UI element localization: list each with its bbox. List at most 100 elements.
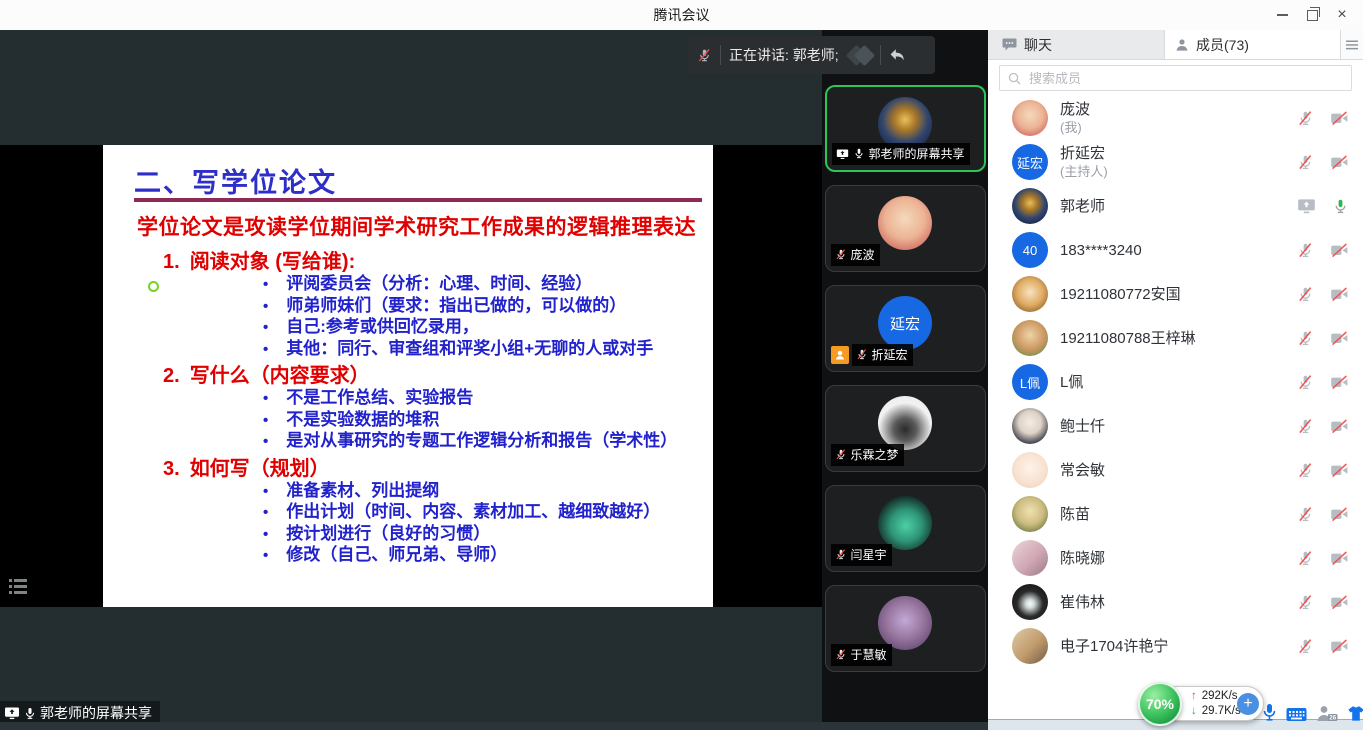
minimize-button[interactable]: [1267, 0, 1297, 30]
video-tile[interactable]: 闫星宇: [825, 485, 986, 572]
member-row[interactable]: L佩 L佩: [988, 360, 1363, 404]
screen-share-icon: [1297, 198, 1316, 214]
member-row[interactable]: 40 183****3240: [988, 228, 1363, 272]
widget-plus-button[interactable]: +: [1237, 693, 1259, 715]
member-row[interactable]: 陈晓娜: [988, 536, 1363, 580]
meeting-stage: 二、写学位论文 学位论文是攻读学位期间学术研究工作成果的逻辑推理表达 1. 阅读…: [0, 30, 822, 722]
member-info: 183****3240: [1060, 241, 1142, 260]
tab-chat[interactable]: 聊天: [988, 30, 1165, 59]
restore-button[interactable]: [1297, 0, 1327, 30]
camera-muted-icon: [1330, 287, 1349, 302]
slide-line-text: 自己:参考或供回忆录用，: [286, 317, 479, 338]
video-tile[interactable]: 延宏 折延宏: [825, 285, 986, 372]
slide-line: • 按计划进行（良好的习惯）: [163, 524, 711, 546]
member-row[interactable]: 19211080772安国: [988, 272, 1363, 316]
member-info: 电子1704许艳宁: [1060, 637, 1168, 656]
member-role: (主持人): [1060, 163, 1108, 180]
member-name: 电子1704许艳宁: [1060, 637, 1168, 656]
slide-line: • 作出计划（时间、内容、素材加工、越细致越好）: [163, 502, 711, 524]
member-name: 折延宏: [1060, 144, 1108, 163]
laser-pointer-dot: [148, 281, 159, 292]
member-name: L佩: [1060, 373, 1083, 392]
down-arrow-icon: ↓: [1191, 704, 1197, 719]
chat-bubble-icon: [1002, 38, 1017, 51]
participant-avatar: [878, 396, 932, 450]
tab-members[interactable]: 成员(73): [1165, 30, 1341, 59]
minimize-icon: [1277, 14, 1288, 16]
slide-line-text: 其他：同行、审查组和评奖小组+无聊的人或对手: [286, 339, 653, 360]
member-row[interactable]: 常会敏: [988, 448, 1363, 492]
member-name: 郭老师: [1060, 197, 1105, 216]
bullet-dot-icon: •: [263, 318, 268, 339]
tray-microphone-icon[interactable]: [1262, 703, 1277, 722]
slide-line-number: 2.: [163, 365, 180, 388]
mic-muted-icon: [1297, 506, 1314, 523]
member-row[interactable]: 庞波 (我): [988, 96, 1363, 140]
upload-rate-value: 292K/s: [1202, 689, 1238, 704]
member-row[interactable]: 郭老师: [988, 184, 1363, 228]
mic-muted-icon: [835, 648, 847, 661]
slide-line-text: 是对从事研究的专题工作逻辑分析和报告（学术性）: [286, 431, 677, 452]
member-row[interactable]: 陈苗: [988, 492, 1363, 536]
tab-members-label: 成员(73): [1196, 35, 1249, 55]
participant-name: 折延宏: [872, 346, 908, 363]
camera-muted-icon: [1330, 331, 1349, 346]
member-avatar: [1012, 188, 1048, 224]
plus-icon: +: [1243, 695, 1252, 713]
mic-muted-icon: [1297, 154, 1314, 171]
member-row[interactable]: 鲍士仟: [988, 404, 1363, 448]
search-input[interactable]: [1027, 70, 1343, 87]
member-row[interactable]: 19211080788王梓琳: [988, 316, 1363, 360]
member-info: 常会敏: [1060, 461, 1105, 480]
member-status-icons: [1297, 550, 1349, 567]
member-name: 鲍士仟: [1060, 417, 1105, 436]
video-tile[interactable]: 郭老师的屏幕共享: [825, 85, 986, 172]
camera-muted-icon: [1330, 155, 1349, 170]
slide-line-text: 准备素材、列出提纲: [286, 481, 439, 502]
tile-name-label: 于慧敏: [831, 644, 892, 666]
member-info: 陈苗: [1060, 505, 1090, 524]
slide-line-text: 师弟师妹们（要求：指出已做的，可以做的）: [286, 296, 626, 317]
slide-line-text: 评阅委员会（分析：心理、时间、经验）: [286, 274, 592, 295]
video-tile[interactable]: 庞波: [825, 185, 986, 272]
tray-person-count-icon[interactable]: 26: [1316, 705, 1338, 722]
member-row[interactable]: 电子1704许艳宁: [988, 624, 1363, 668]
member-avatar: [1012, 628, 1048, 664]
mic-muted-icon: [1297, 330, 1314, 347]
close-button[interactable]: ×: [1327, 0, 1357, 30]
member-avatar: [1012, 408, 1048, 444]
video-tile[interactable]: 于慧敏: [825, 585, 986, 672]
participant-avatar: [878, 196, 932, 250]
video-tile[interactable]: 乐霖之梦: [825, 385, 986, 472]
member-row[interactable]: 延宏 折延宏 (主持人): [988, 140, 1363, 184]
tray-keyboard-icon[interactable]: [1286, 707, 1307, 722]
member-status-icons: [1297, 594, 1349, 611]
member-name: 常会敏: [1060, 461, 1105, 480]
memory-percent-value: 70%: [1146, 696, 1174, 712]
speaking-indicator-bar: 正在讲话: 郭老师;: [688, 36, 935, 74]
window-controls: ×: [1267, 0, 1357, 30]
slide-line: • 不是工作总结、实验报告: [163, 388, 711, 410]
slide-line-text: 写什么（内容要求）: [190, 365, 370, 388]
member-row[interactable]: 崔伟林: [988, 580, 1363, 624]
member-avatar: 延宏: [1012, 144, 1048, 180]
slide-line-number: 3.: [163, 458, 180, 481]
mic-muted-icon: [697, 48, 712, 63]
download-rate-value: 29.7K/s: [1202, 704, 1241, 719]
list-icon: [8, 576, 28, 596]
slide-line: 2. 写什么（内容要求）: [163, 365, 711, 388]
tray-tshirt-icon[interactable]: [1347, 705, 1363, 722]
camera-muted-icon: [1330, 375, 1349, 390]
system-tray: 26: [1262, 703, 1363, 722]
participant-avatar: [878, 496, 932, 550]
reply-arrow-button[interactable]: [889, 48, 905, 62]
tile-name-label: 闫星宇: [831, 544, 892, 566]
bullet-dot-icon: •: [263, 389, 268, 410]
panel-menu-button[interactable]: [1341, 30, 1363, 59]
mic-muted-icon: [1297, 594, 1314, 611]
camera-muted-icon: [1330, 243, 1349, 258]
memory-percent-ball[interactable]: 70%: [1138, 682, 1182, 726]
camera-muted-icon: [1330, 507, 1349, 522]
slideshow-outline-button[interactable]: [8, 576, 28, 601]
camera-muted-icon: [1330, 551, 1349, 566]
